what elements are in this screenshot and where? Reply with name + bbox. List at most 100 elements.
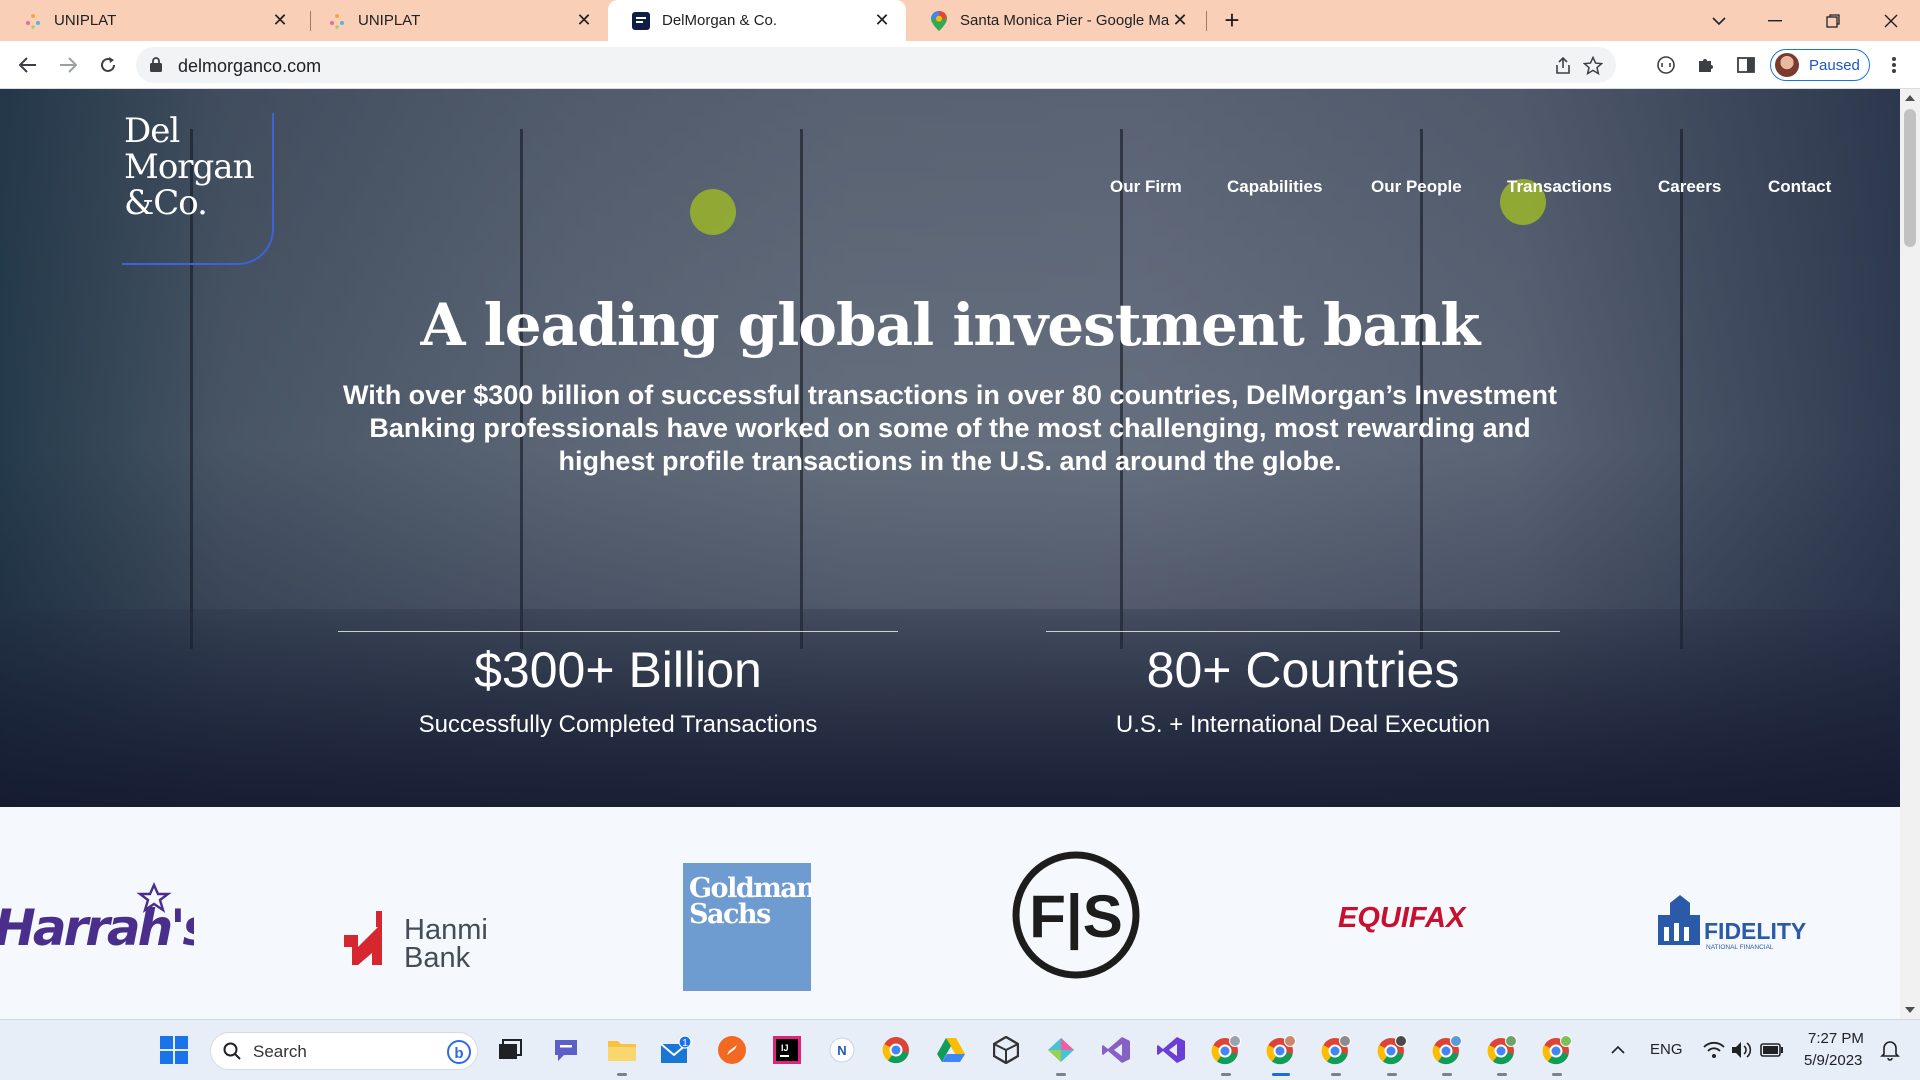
menu-button[interactable] — [1878, 49, 1910, 81]
kebab-menu-icon — [1892, 57, 1896, 73]
scrollbar-thumb[interactable] — [1904, 109, 1916, 247]
chrome-profile-icon[interactable] — [1265, 1034, 1297, 1076]
browser-tab-uniplat-2[interactable]: UNIPLAT ✕ — [304, 0, 608, 41]
lock-icon[interactable] — [150, 57, 162, 77]
chevron-up-icon[interactable] — [1602, 1034, 1634, 1066]
background-detail — [690, 189, 736, 235]
hero-subtext: With over $300 billion of successful tra… — [342, 380, 1558, 476]
client-logo-text: F|S — [1029, 883, 1122, 951]
scroll-up-arrow[interactable] — [1905, 95, 1915, 101]
site-logo[interactable]: Del Morgan &Co. — [122, 113, 274, 265]
avatar — [1775, 53, 1799, 77]
forward-button[interactable] — [52, 49, 84, 81]
tab-title: UNIPLAT — [54, 12, 117, 29]
browser-tab-uniplat-1[interactable]: UNIPLAT ✕ — [0, 0, 304, 41]
client-logo-hanmi-bank[interactable]: Hanmi Bank — [342, 907, 512, 974]
scroll-down-arrow[interactable] — [1905, 1007, 1915, 1013]
nav-transactions[interactable]: Transactions — [1507, 177, 1612, 201]
google-drive-icon[interactable] — [935, 1034, 967, 1066]
word-app-icon[interactable]: N — [826, 1034, 858, 1066]
minimize-icon — [1768, 19, 1782, 21]
google-maps-icon — [930, 10, 948, 31]
new-tab-button[interactable]: + — [1218, 7, 1246, 35]
browser-tab-delmorgan[interactable]: DelMorgan & Co. ✕ — [608, 0, 906, 41]
file-explorer-icon[interactable] — [606, 1034, 638, 1076]
extensions-button[interactable] — [1690, 49, 1722, 81]
client-logo-goldman-sachs[interactable]: Goldman Sachs — [683, 863, 818, 991]
url-text[interactable]: delmorganco.com — [178, 56, 321, 77]
web-page: Del Morgan &Co. Our Firm Capabilities Ou… — [0, 89, 1900, 1019]
share-icon[interactable] — [1552, 55, 1574, 77]
client-logo-equifax[interactable]: EQUIFAX — [1338, 893, 1474, 937]
start-button[interactable] — [158, 1034, 190, 1066]
browser-toolbar: delmorganco.com Paused — [0, 41, 1920, 89]
mail-icon[interactable]: 1 — [660, 1034, 692, 1066]
bookmark-star-icon[interactable] — [1582, 55, 1604, 77]
restore-icon — [1826, 13, 1840, 28]
chrome-icon[interactable] — [880, 1034, 912, 1066]
nav-contact[interactable]: Contact — [1768, 177, 1831, 201]
teams-chat-icon[interactable] — [550, 1034, 582, 1066]
task-view-icon[interactable] — [494, 1034, 526, 1066]
nav-careers[interactable]: Careers — [1658, 177, 1721, 201]
volume-icon[interactable] — [1726, 1034, 1758, 1066]
minimize-button[interactable] — [1746, 0, 1804, 41]
page-scrollbar[interactable] — [1900, 89, 1920, 1019]
chrome-profile-icon[interactable] — [1376, 1034, 1408, 1076]
side-panel-button[interactable] — [1730, 49, 1762, 81]
profile-button[interactable]: Paused — [1770, 49, 1870, 81]
vs-code-icon[interactable] — [1155, 1034, 1187, 1066]
address-bar[interactable]: delmorganco.com — [136, 47, 1616, 83]
chrome-profile-icon[interactable] — [1431, 1034, 1463, 1076]
background-floor — [0, 609, 1900, 807]
chrome-profile-icon[interactable] — [1320, 1034, 1352, 1076]
stat-label-countries: U.S. + International Deal Execution — [1115, 711, 1491, 738]
taskbar-search[interactable]: Search b — [210, 1032, 478, 1070]
reload-button[interactable] — [92, 49, 124, 81]
client-logo-fidelity[interactable]: FIDELITY NATIONAL FINANCIAL — [1656, 893, 1816, 957]
extension-button[interactable] — [1650, 49, 1682, 81]
close-icon[interactable]: ✕ — [1170, 10, 1190, 31]
client-logo-text: Sachs — [689, 899, 771, 930]
profile-status: Paused — [1809, 56, 1860, 74]
reload-icon — [101, 57, 115, 72]
arrow-left-icon — [19, 57, 36, 73]
chrome-profile-icon[interactable] — [1210, 1034, 1242, 1076]
client-logo-text: NATIONAL FINANCIAL — [1706, 944, 1774, 951]
client-logo-harrahs[interactable]: Harrah's — [0, 879, 214, 959]
close-icon[interactable]: ✕ — [574, 10, 594, 31]
intellij-icon[interactable]: IJ — [771, 1034, 803, 1066]
client-logos-carousel: Harrah's Hanmi Bank Goldman Sachs F|S EQ… — [0, 807, 1900, 1019]
puzzle-icon — [1699, 59, 1713, 72]
delmorgan-icon — [632, 11, 650, 30]
back-button[interactable] — [12, 49, 44, 81]
notification-bell-icon[interactable] — [1874, 1034, 1906, 1066]
nav-capabilities[interactable]: Capabilities — [1227, 177, 1322, 201]
unity-icon[interactable] — [990, 1034, 1022, 1066]
nav-our-people[interactable]: Our People — [1371, 177, 1462, 201]
mail-badge: 1 — [682, 1038, 688, 1049]
compass-app-icon[interactable] — [716, 1034, 748, 1066]
arrow-right-icon — [60, 57, 77, 73]
close-window-button[interactable] — [1862, 0, 1920, 41]
nav-our-firm[interactable]: Our Firm — [1110, 177, 1182, 201]
close-icon[interactable]: ✕ — [872, 10, 892, 31]
chrome-profile-icon[interactable] — [1486, 1034, 1518, 1076]
language-indicator[interactable]: ENG — [1650, 1041, 1683, 1058]
battery-icon[interactable] — [1756, 1034, 1788, 1066]
gem-app-icon[interactable] — [1045, 1034, 1077, 1076]
browser-tab-google-maps[interactable]: Santa Monica Pier - Google Map ✕ — [906, 0, 1204, 41]
extension-circle-icon — [1657, 56, 1675, 74]
clock-time[interactable]: 7:27 PM — [1808, 1030, 1864, 1047]
visual-studio-icon[interactable] — [1100, 1034, 1132, 1066]
close-icon[interactable]: ✕ — [270, 10, 290, 31]
chevron-down-icon — [1712, 16, 1726, 25]
stat-label-transactions: Successfully Completed Transactions — [418, 711, 818, 738]
restore-button[interactable] — [1804, 0, 1862, 41]
tab-title: DelMorgan & Co. — [662, 12, 778, 29]
clock-date[interactable]: 5/9/2023 — [1804, 1052, 1862, 1069]
windows-logo-icon — [160, 1036, 188, 1064]
tab-search-button[interactable] — [1690, 0, 1748, 41]
chrome-profile-icon[interactable] — [1541, 1034, 1573, 1076]
client-logo-fs[interactable]: F|S — [1012, 851, 1142, 981]
